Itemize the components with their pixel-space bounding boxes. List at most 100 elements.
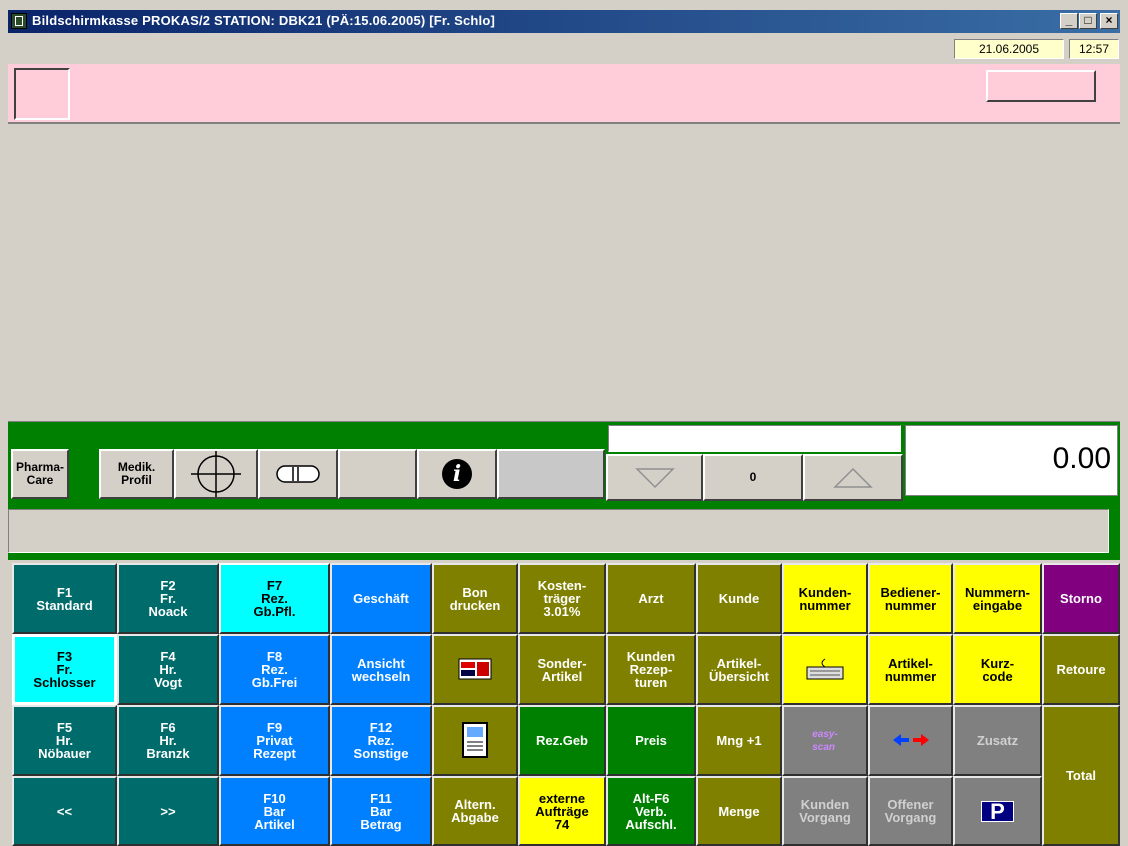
- bon-drucken-button[interactable]: Bon drucken: [432, 563, 518, 634]
- artikelnummer-button[interactable]: Artikel- nummer: [868, 634, 953, 705]
- input-left-field[interactable]: [14, 68, 70, 120]
- close-button[interactable]: ×: [1100, 13, 1118, 29]
- kunden-rezepturen-label: Kunden Rezep- turen: [626, 649, 676, 690]
- f11-button[interactable]: F11 Bar Betrag: [330, 776, 432, 846]
- capsule-button[interactable]: [258, 449, 338, 499]
- f8-button[interactable]: F8 Rez. Gb.Frei: [219, 634, 330, 705]
- keyboard-icon: [805, 657, 845, 683]
- ansicht-wechseln-label: Ansicht wechseln: [351, 655, 411, 684]
- f12-button[interactable]: F12 Rez. Sonstige: [330, 705, 432, 776]
- kundennummer-button[interactable]: Kunden- nummer: [782, 563, 868, 634]
- card-icon: [458, 658, 492, 682]
- f10-button[interactable]: F10 Bar Artikel: [219, 776, 330, 846]
- easyscan-button[interactable]: easy- scan: [782, 705, 868, 776]
- article-list-area[interactable]: [8, 124, 1120, 422]
- input-right-button[interactable]: [986, 70, 1096, 102]
- kunde-button[interactable]: Kunde: [696, 563, 782, 634]
- kunden-vorgang-label: Kunden Vorgang: [799, 797, 851, 825]
- offener-vorgang-button[interactable]: Offener Vorgang: [868, 776, 953, 846]
- medik-profil-button[interactable]: Medik. Profil: [99, 449, 174, 499]
- f8-label: F8 Rez. Gb.Frei: [251, 649, 298, 690]
- retoure-button[interactable]: Retoure: [1042, 634, 1120, 705]
- alt-f6-button[interactable]: Alt-F6 Verb. Aufschl.: [606, 776, 696, 846]
- rez-geb-button[interactable]: Rez.Geb: [518, 705, 606, 776]
- ansicht-wechseln-button[interactable]: Ansicht wechseln: [330, 634, 432, 705]
- f7-label: F7 Rez. Gb.Pfl.: [253, 578, 296, 619]
- kunden-rezepturen-button[interactable]: Kunden Rezep- turen: [606, 634, 696, 705]
- crosshair-icon: [191, 451, 241, 497]
- offener-vorgang-label: Offener Vorgang: [884, 797, 937, 825]
- f4-button[interactable]: F4 Hr. Vogt: [117, 634, 219, 705]
- f4-label: F4 Hr. Vogt: [154, 649, 182, 690]
- storno-label: Storno: [1060, 591, 1102, 606]
- amount-display: 0.00: [905, 425, 1118, 496]
- f3-button[interactable]: F3 Fr. Schlosser: [12, 634, 117, 705]
- input-bar: [8, 64, 1120, 124]
- mng-plus-1-label: Mng +1: [716, 733, 762, 748]
- kunden-vorgang-button[interactable]: Kunden Vorgang: [782, 776, 868, 846]
- arzt-button[interactable]: Arzt: [606, 563, 696, 634]
- keyboard-button[interactable]: [782, 634, 868, 705]
- zusatz-button[interactable]: Zusatz: [953, 705, 1042, 776]
- maximize-button[interactable]: □: [1079, 13, 1097, 29]
- scroll-down-button[interactable]: [606, 454, 703, 501]
- externe-auftraege-label: externe Aufträge 74: [535, 790, 589, 832]
- preis-button[interactable]: Preis: [606, 705, 696, 776]
- pharma-care-button[interactable]: Pharma- Care: [11, 449, 69, 499]
- geschaeft-button[interactable]: Geschäft: [330, 563, 432, 634]
- arzt-label: Arzt: [638, 591, 664, 606]
- sonder-artikel-label: Sonder- Artikel: [537, 655, 587, 684]
- f5-label: F5 Hr. Nöbauer: [38, 720, 91, 761]
- preis-label: Preis: [635, 733, 667, 748]
- menge-button[interactable]: Menge: [696, 776, 782, 846]
- message-bar: [8, 509, 1109, 553]
- artikelnummer-label: Artikel- nummer: [884, 655, 937, 684]
- altern-abgabe-button[interactable]: Altern. Abgabe: [432, 776, 518, 846]
- total-button[interactable]: Total: [1042, 705, 1120, 846]
- f5-button[interactable]: F5 Hr. Nöbauer: [12, 705, 117, 776]
- empty-tool-button[interactable]: [338, 449, 417, 499]
- prev-label: <<: [56, 803, 73, 819]
- easyscan-logo: easy- scan: [812, 728, 838, 753]
- card-button[interactable]: [432, 634, 518, 705]
- capsule-icon: [276, 465, 320, 483]
- scroll-up-button[interactable]: [803, 454, 903, 501]
- alt-f6-label: Alt-F6 Verb. Aufschl.: [625, 790, 677, 832]
- app-icon: [11, 13, 27, 29]
- kurzcode-label: Kurz- code: [980, 655, 1015, 684]
- counter-display: 0: [703, 454, 803, 501]
- zusatz-label: Zusatz: [976, 733, 1019, 748]
- document-button[interactable]: [432, 705, 518, 776]
- search-field[interactable]: [608, 425, 901, 452]
- next-button[interactable]: >>: [117, 776, 219, 846]
- document-icon: [462, 721, 488, 760]
- f6-label: F6 Hr. Branzk: [146, 720, 190, 761]
- mng-plus-1-button[interactable]: Mng +1: [696, 705, 782, 776]
- storno-button[interactable]: Storno: [1042, 563, 1120, 634]
- minimize-button[interactable]: _: [1060, 13, 1078, 29]
- parking-button[interactable]: P: [953, 776, 1042, 846]
- title-bar: Bildschirmkasse PROKAS/2 STATION: DBK21 …: [8, 10, 1120, 33]
- kostentraeger-button[interactable]: Kosten- träger 3.01%: [518, 563, 606, 634]
- f3-label: F3 Fr. Schlosser: [33, 649, 96, 690]
- menge-label: Menge: [718, 803, 760, 819]
- rez-geb-label: Rez.Geb: [535, 733, 588, 748]
- nummerneingabe-label: Nummern- eingabe: [964, 584, 1030, 613]
- f6-button[interactable]: F6 Hr. Branzk: [117, 705, 219, 776]
- geschaeft-label: Geschäft: [353, 591, 409, 606]
- medik-profil-label: Medik. Profil: [117, 460, 156, 487]
- prev-button[interactable]: <<: [12, 776, 117, 846]
- f7-button[interactable]: F7 Rez. Gb.Pfl.: [219, 563, 330, 634]
- bedienernummer-button[interactable]: Bediener- nummer: [868, 563, 953, 634]
- nummerneingabe-button[interactable]: Nummern- eingabe: [953, 563, 1042, 634]
- f9-button[interactable]: F9 Privat Rezept: [219, 705, 330, 776]
- info-button[interactable]: i: [417, 449, 497, 499]
- externe-auftraege-button[interactable]: externe Aufträge 74: [518, 776, 606, 846]
- f2-button[interactable]: F2 Fr. Noack: [117, 563, 219, 634]
- sonder-artikel-button[interactable]: Sonder- Artikel: [518, 634, 606, 705]
- artikel-uebersicht-button[interactable]: Artikel- Übersicht: [696, 634, 782, 705]
- crosshair-button[interactable]: [174, 449, 258, 499]
- arrows-button[interactable]: [868, 705, 953, 776]
- kurzcode-button[interactable]: Kurz- code: [953, 634, 1042, 705]
- f1-button[interactable]: F1 Standard: [12, 563, 117, 634]
